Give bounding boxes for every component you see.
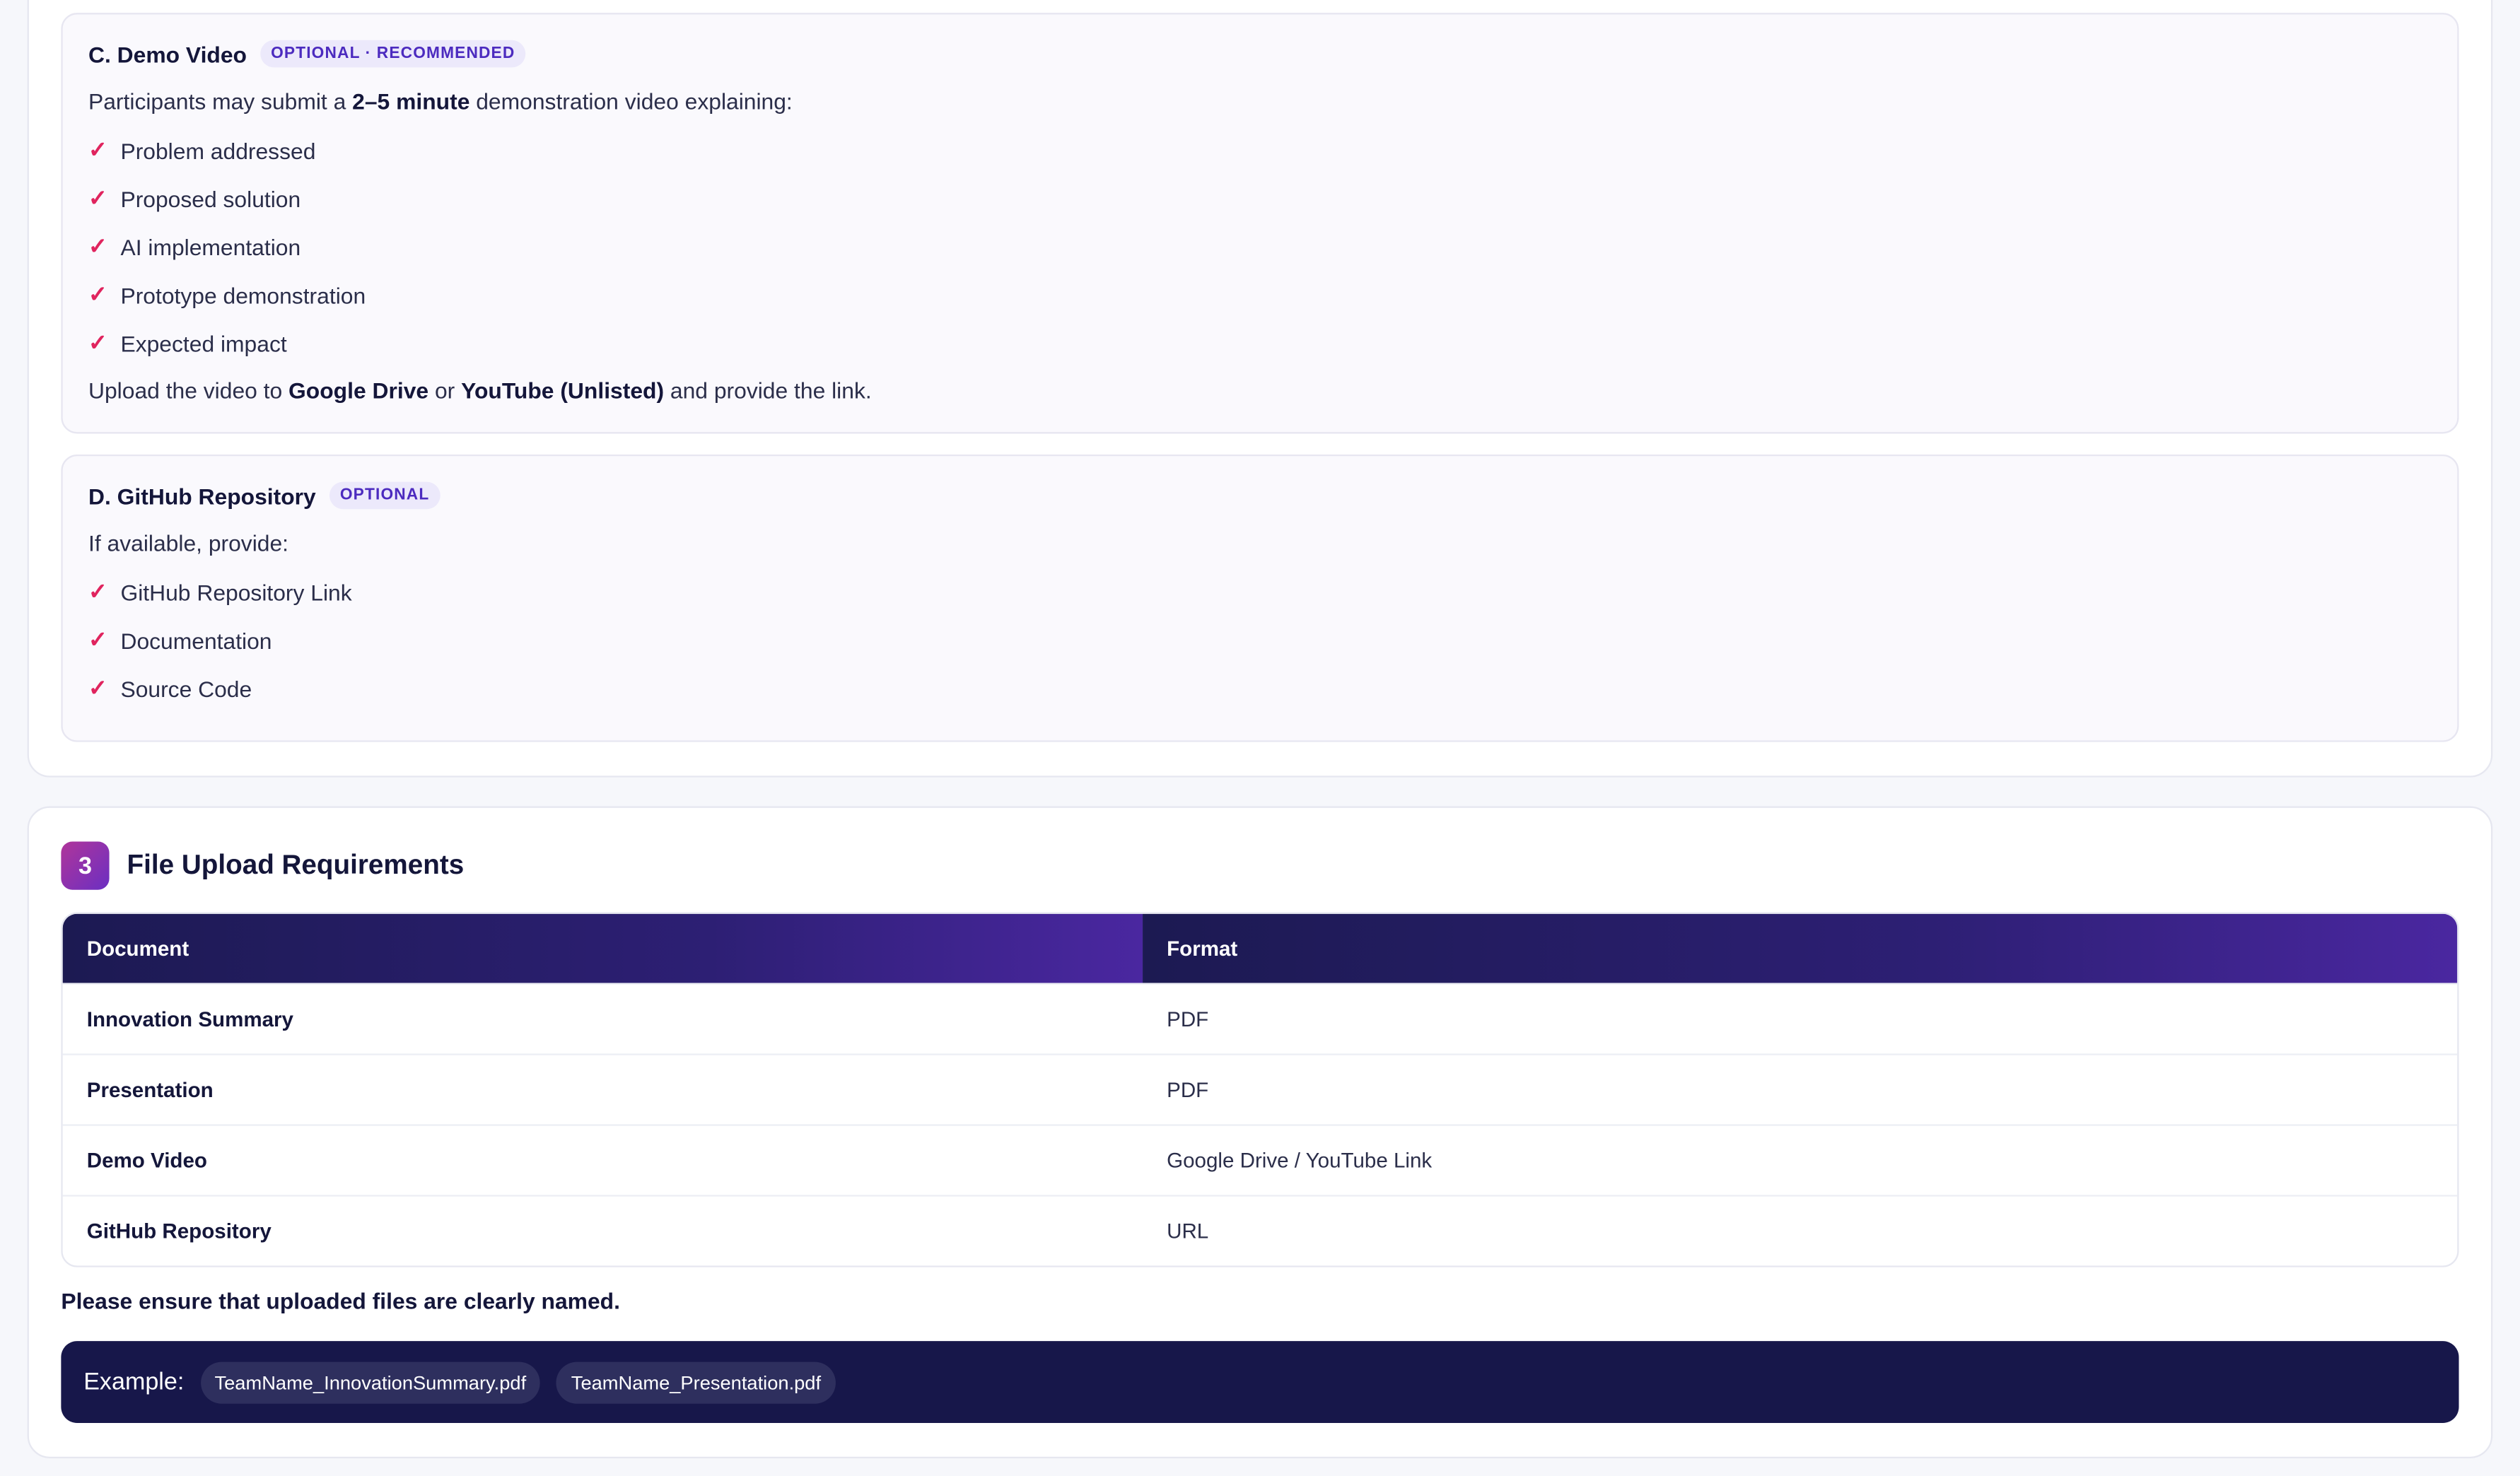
demo-video-title: C. Demo Video [88,40,247,67]
github-header: D. GitHub Repository OPTIONAL [88,481,441,510]
document-cell: Presentation [86,1077,214,1102]
demo-video-section: C. Demo Video OPTIONAL · RECOMMENDED Par… [61,13,2459,434]
document-cell: GitHub Repository [86,1219,272,1243]
example-filename-chip: TeamName_Presentation.pdf [556,1361,836,1403]
upload-instructions: Upload the video to Google Drive or YouT… [88,377,872,403]
example-bar: Example: TeamName_InnovationSummary.pdf … [61,1341,2459,1423]
format-cell: Google Drive / YouTube Link [1167,1148,1433,1173]
github-repository-section: D. GitHub Repository OPTIONAL If availab… [61,454,2459,742]
upload-text: Upload the video to [88,377,289,404]
google-drive-text: Google Drive [288,377,429,404]
check-icon: ✓ [88,674,107,701]
list-item: ✓ Proposed solution [88,184,301,212]
intro-text-end: demonstration video explaining: [469,88,793,115]
format-cell: PDF [1167,1007,1209,1031]
check-icon: ✓ [88,233,107,259]
document-cell: Demo Video [86,1148,207,1173]
youtube-text: YouTube (Unlisted) [461,377,665,404]
github-title: D. GitHub Repository [88,482,316,509]
upload-text-end: and provide the link. [664,377,872,404]
column-header-document: Document [62,913,1143,983]
check-icon: ✓ [88,329,107,356]
list-item-label: Proposed solution [120,185,301,211]
example-label: Example: [83,1368,185,1396]
list-item: ✓ Documentation [88,626,272,654]
duration-text: 2–5 minute [352,88,470,115]
list-item: ✓ Problem addressed [88,136,315,164]
list-item: ✓ Source Code [88,674,252,702]
list-item-label: Documentation [120,627,272,653]
section-number-badge: 3 [61,841,110,890]
list-item-label: Expected impact [120,329,287,356]
section-title: File Upload Requirements [127,849,465,881]
optional-badge: OPTIONAL [328,481,441,510]
file-requirements-table: Document Format Innovation Summary PDF P… [61,912,2459,1267]
intro-text: Participants may submit a [88,88,353,115]
example-filename-chip: TeamName_InnovationSummary.pdf [200,1361,541,1403]
list-item-label: GitHub Repository Link [120,579,352,605]
check-icon: ✓ [88,136,107,163]
list-item-label: AI implementation [120,233,301,259]
github-intro: If available, provide: [88,529,289,556]
upload-text-or: or [428,377,462,404]
table-row: Presentation PDF [62,1053,2458,1124]
list-item-label: Prototype demonstration [120,281,366,308]
table-header: Document Format [62,913,2458,983]
list-item: ✓ GitHub Repository Link [88,578,352,606]
list-item-label: Source Code [120,675,252,701]
file-upload-header: 3 File Upload Requirements [61,841,465,890]
table-row: Innovation Summary PDF [62,983,2458,1053]
table-row: GitHub Repository URL [62,1195,2458,1265]
check-icon: ✓ [88,281,107,307]
check-icon: ✓ [88,578,107,604]
column-header-format: Format [1143,913,2458,983]
demo-video-header: C. Demo Video OPTIONAL · RECOMMENDED [88,40,527,68]
format-cell: URL [1167,1219,1209,1243]
check-icon: ✓ [88,184,107,211]
demo-video-intro: Participants may submit a 2–5 minute dem… [88,88,793,114]
check-icon: ✓ [88,626,107,652]
list-item: ✓ Prototype demonstration [88,281,366,309]
format-cell: PDF [1167,1077,1209,1102]
page-canvas: C. Demo Video OPTIONAL · RECOMMENDED Par… [0,0,2520,1476]
optional-recommended-badge: OPTIONAL · RECOMMENDED [259,40,527,68]
list-item: ✓ AI implementation [88,233,301,260]
list-item: ✓ Expected impact [88,329,287,357]
list-item-label: Problem addressed [120,137,316,163]
document-cell: Innovation Summary [86,1007,293,1031]
naming-note: Please ensure that uploaded files are cl… [61,1288,620,1314]
table-row: Demo Video Google Drive / YouTube Link [62,1124,2458,1195]
